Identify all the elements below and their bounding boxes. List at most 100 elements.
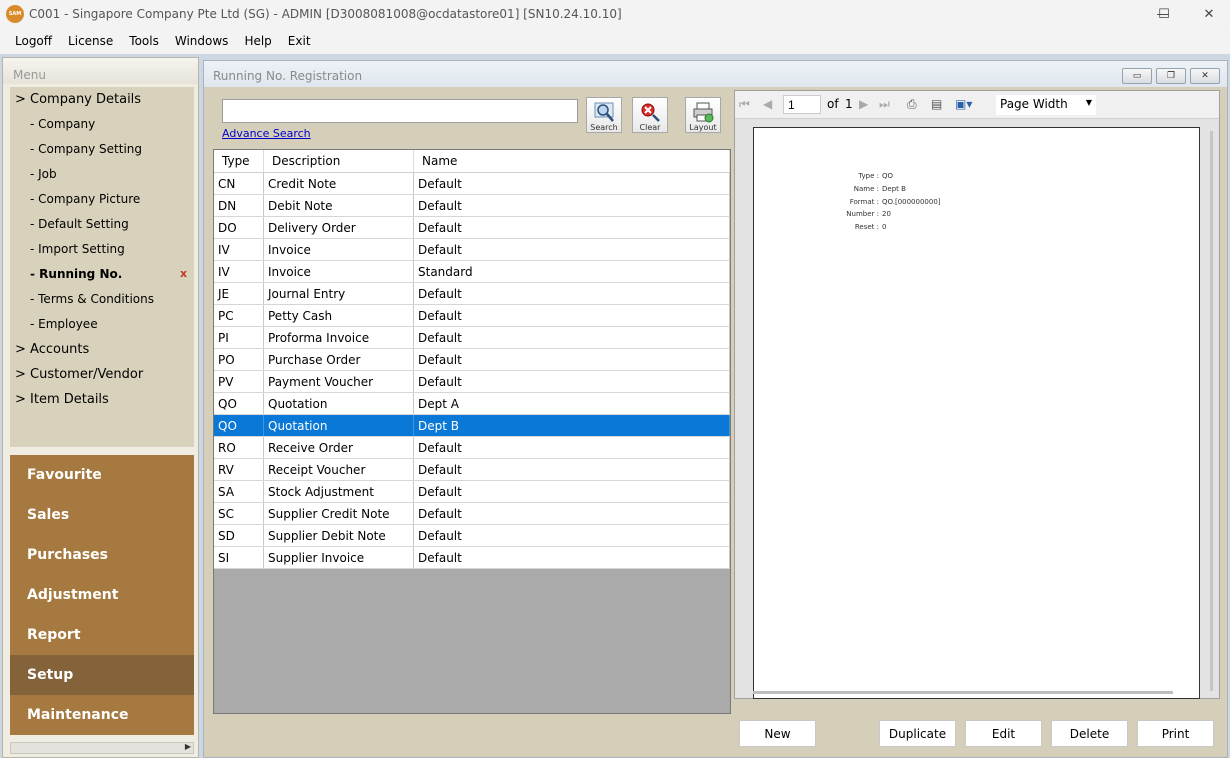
window-title: C001 - Singapore Company Pte Ltd (SG) - …: [29, 7, 622, 21]
nav-group-adjustment[interactable]: Adjustment: [10, 575, 194, 615]
nav-group-report[interactable]: Report: [10, 615, 194, 655]
table-body: CN Credit Note Default DN Debit Note Default D…: [214, 173, 730, 569]
zoom-select[interactable]: Page Width ▼: [996, 95, 1096, 115]
cell-name: Default: [414, 327, 730, 348]
column-header-name[interactable]: Name: [414, 150, 730, 172]
cell-name: Default: [414, 503, 730, 524]
zoom-select-value: Page Width: [1000, 97, 1068, 111]
menu-windows[interactable]: Windows: [167, 34, 237, 48]
cell-description: Invoice: [264, 239, 414, 260]
sidebar-tree-item[interactable]: - Terms & Conditions: [10, 289, 154, 309]
search-button[interactable]: Search: [586, 97, 622, 133]
menu-help[interactable]: Help: [236, 34, 279, 48]
sidebar-tree-item[interactable]: > Customer/Vendor: [10, 364, 143, 384]
clear-button[interactable]: Clear: [632, 97, 668, 133]
table-row[interactable]: SI Supplier Invoice Default: [214, 547, 730, 569]
print-button[interactable]: Print: [1137, 720, 1214, 747]
scroll-right-icon[interactable]: ▶: [185, 742, 191, 751]
nav-group-purchases[interactable]: Purchases: [10, 535, 194, 575]
nav-group-maintenance[interactable]: Maintenance: [10, 695, 194, 735]
table-row[interactable]: PC Petty Cash Default: [214, 305, 730, 327]
layout-button[interactable]: Layout: [685, 97, 721, 133]
sidebar-tree-item[interactable]: > Item Details: [10, 389, 109, 409]
cell-description: Proforma Invoice: [264, 327, 414, 348]
preview-horizontal-scrollbar[interactable]: [753, 691, 1173, 694]
new-button[interactable]: New: [739, 720, 816, 747]
cell-description: Invoice: [264, 261, 414, 282]
table-row[interactable]: SC Supplier Credit Note Default: [214, 503, 730, 525]
table-row[interactable]: PI Proforma Invoice Default: [214, 327, 730, 349]
edit-button[interactable]: Edit: [965, 720, 1042, 747]
maximize-button[interactable]: ☐: [1141, 0, 1187, 28]
close-tab-icon[interactable]: x: [180, 267, 187, 280]
report-preview: ⏮ ◀ of 1 ▶ ⏭ ⎙ ▤ ▣▾ Page Width ▼ Type :Q…: [734, 90, 1220, 699]
menu-logoff[interactable]: Logoff: [7, 34, 60, 48]
cell-name: Default: [414, 371, 730, 392]
cell-type: QO: [214, 393, 264, 414]
table-row[interactable]: RO Receive Order Default: [214, 437, 730, 459]
cell-description: Supplier Invoice: [264, 547, 414, 568]
table-row[interactable]: PO Purchase Order Default: [214, 349, 730, 371]
app-logo-icon: SAM: [6, 5, 24, 23]
menu-exit[interactable]: Exit: [280, 34, 319, 48]
menu-license[interactable]: License: [60, 34, 121, 48]
table-row[interactable]: DO Delivery Order Default: [214, 217, 730, 239]
table-row[interactable]: RV Receipt Voucher Default: [214, 459, 730, 481]
table-row[interactable]: SA Stock Adjustment Default: [214, 481, 730, 503]
menu-tools[interactable]: Tools: [121, 34, 167, 48]
sidebar-tree-item[interactable]: - Import Setting: [10, 239, 125, 259]
sidebar-scrollbar[interactable]: ▶: [10, 742, 194, 754]
column-header-description[interactable]: Description: [264, 150, 414, 172]
sidebar-tree-item[interactable]: > Accounts: [10, 339, 89, 359]
sidebar-tree-item[interactable]: - Job: [10, 164, 57, 184]
table-row[interactable]: DN Debit Note Default: [214, 195, 730, 217]
export-icon[interactable]: ▣▾: [955, 97, 972, 111]
table-row[interactable]: IV Invoice Standard: [214, 261, 730, 283]
page-number-input[interactable]: [783, 95, 821, 114]
delete-button[interactable]: Delete: [1051, 720, 1128, 747]
cell-name: Default: [414, 305, 730, 326]
cell-description: Purchase Order: [264, 349, 414, 370]
child-restore-button[interactable]: ❐: [1156, 68, 1186, 84]
sidebar-tree-item[interactable]: - Running No.: [10, 264, 122, 284]
last-page-icon[interactable]: ⏭: [879, 97, 890, 112]
preview-toolbar: ⏮ ◀ of 1 ▶ ⏭ ⎙ ▤ ▣▾ Page Width ▼: [735, 91, 1219, 119]
printer-layout-icon: [693, 102, 714, 123]
cell-type: RV: [214, 459, 264, 480]
table-row[interactable]: QO Quotation Dept A: [214, 393, 730, 415]
nav-group-setup[interactable]: Setup: [10, 655, 194, 695]
sidebar-tree-item[interactable]: - Company Picture: [10, 189, 140, 209]
sidebar-tree-item[interactable]: - Employee: [10, 314, 98, 334]
duplicate-button[interactable]: Duplicate: [879, 720, 956, 747]
prev-page-icon[interactable]: ◀: [763, 97, 772, 111]
table-row[interactable]: QO Quotation Dept B: [214, 415, 730, 437]
first-page-icon[interactable]: ⏮: [739, 97, 750, 112]
preview-vertical-scrollbar[interactable]: [1210, 131, 1213, 691]
cell-description: Quotation: [264, 393, 414, 414]
sidebar-tree-item[interactable]: - Company Setting: [10, 139, 142, 159]
sidebar-tree-item[interactable]: > Company Details: [10, 89, 141, 109]
column-header-type[interactable]: Type: [214, 150, 264, 172]
sidebar-tree-item[interactable]: - Default Setting: [10, 214, 129, 234]
child-minimize-button[interactable]: ▭: [1122, 68, 1152, 84]
cell-type: SA: [214, 481, 264, 502]
page-setup-icon[interactable]: ▤: [931, 97, 942, 111]
table-row[interactable]: CN Credit Note Default: [214, 173, 730, 195]
nav-group-favourite[interactable]: Favourite: [10, 455, 194, 495]
cell-description: Payment Voucher: [264, 371, 414, 392]
next-page-icon[interactable]: ▶: [859, 97, 868, 111]
cell-description: Debit Note: [264, 195, 414, 216]
search-input[interactable]: [222, 99, 578, 123]
sidebar-tree-item[interactable]: - Company: [10, 114, 95, 134]
running-no-window: Running No. Registration ▭ ❐ ✕ Advance S…: [203, 60, 1228, 758]
close-window-button[interactable]: ✕: [1186, 0, 1230, 28]
table-row[interactable]: SD Supplier Debit Note Default: [214, 525, 730, 547]
advance-search-link[interactable]: Advance Search: [222, 127, 311, 140]
table-row[interactable]: IV Invoice Default: [214, 239, 730, 261]
cell-name: Default: [414, 525, 730, 546]
table-row[interactable]: JE Journal Entry Default: [214, 283, 730, 305]
print-icon[interactable]: ⎙: [907, 97, 917, 112]
table-row[interactable]: PV Payment Voucher Default: [214, 371, 730, 393]
nav-group-sales[interactable]: Sales: [10, 495, 194, 535]
child-close-button[interactable]: ✕: [1190, 68, 1220, 84]
